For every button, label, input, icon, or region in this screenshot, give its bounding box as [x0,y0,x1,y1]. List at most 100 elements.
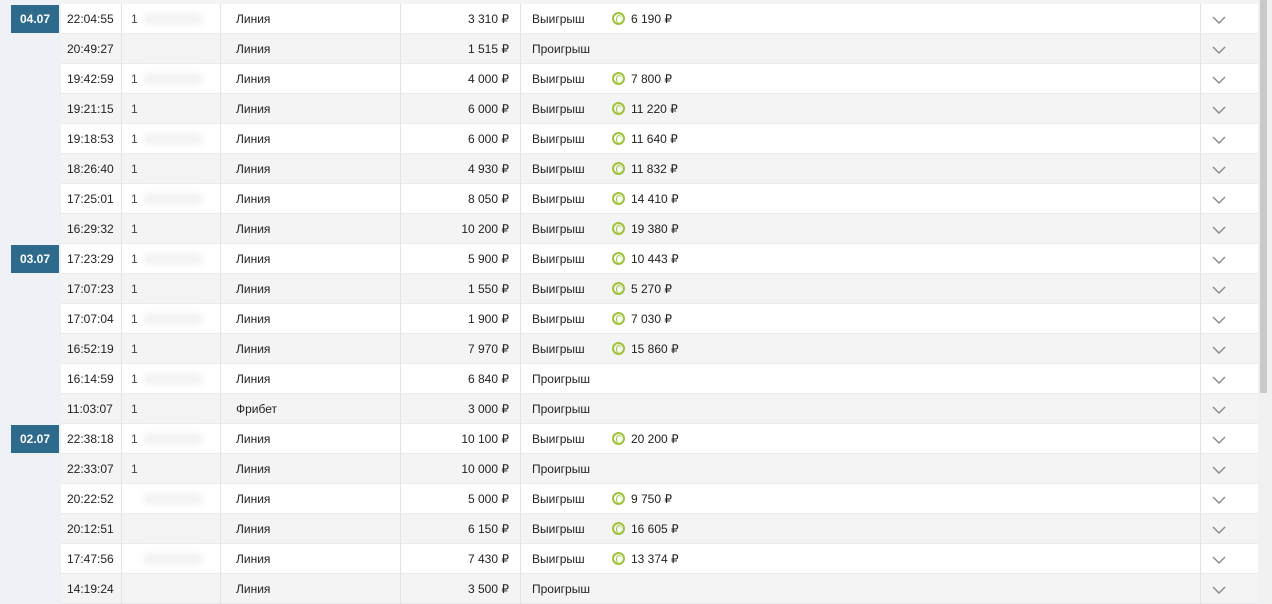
bet-payout: 5 270 ₽ [612,274,672,304]
column-divider [1200,484,1201,514]
column-divider [220,214,221,244]
bet-type: Линия [236,42,271,56]
bet-row[interactable]: 18:26:40 1 Линия 4 930 ₽ Выигрыш 11 832 … [61,154,1258,184]
column-divider [121,214,122,244]
bet-row[interactable]: 20:22:52 Линия 5 000 ₽ Выигрыш 9 750 ₽ [61,484,1258,514]
bet-type: Линия [236,132,271,146]
chevron-down-icon[interactable] [1204,64,1234,94]
chevron-down-icon[interactable] [1204,574,1234,604]
bet-payout: 9 750 ₽ [612,484,672,514]
bet-number-text: 1 [131,372,138,386]
chevron-down-icon[interactable] [1204,244,1234,274]
bet-number: 1 [131,424,211,454]
chevron-down-icon[interactable] [1204,154,1234,184]
bet-row[interactable]: 17:47:56 Линия 7 430 ₽ Выигрыш 13 374 ₽ [61,544,1258,574]
bet-payout: 10 443 ₽ [612,244,679,274]
bet-number-text: 1 [131,132,138,146]
bet-type: Линия [236,162,271,176]
chevron-down-icon[interactable] [1204,484,1234,514]
bet-result: Выигрыш [532,492,585,506]
column-divider [520,64,521,94]
bet-number-text: 1 [131,222,138,236]
column-divider [520,424,521,454]
column-divider [520,154,521,184]
bet-row[interactable]: 19:21:15 1 Линия 6 000 ₽ Выигрыш 11 220 … [61,94,1258,124]
bet-number-text: 1 [131,432,138,446]
coin-icon [612,282,625,295]
chevron-down-icon[interactable] [1204,334,1234,364]
bet-time: 19:42:59 [67,72,114,86]
chevron-down-icon[interactable] [1204,184,1234,214]
chevron-down-icon[interactable] [1204,364,1234,394]
chevron-down-icon[interactable] [1204,544,1234,574]
redaction-blur [143,583,203,595]
redaction-blur [143,43,203,55]
coin-icon [612,552,625,565]
bet-row[interactable]: 19:18:53 1 Линия 6 000 ₽ Выигрыш 11 640 … [61,124,1258,154]
bet-number-text: 1 [131,252,138,266]
bet-row[interactable]: 22:33:07 1 Линия 10 000 ₽ Проигрыш [61,454,1258,484]
column-divider [121,304,122,334]
redaction-blur [143,103,203,115]
bet-row[interactable]: 16:14:59 1 Линия 6 840 ₽ Проигрыш [61,364,1258,394]
bet-payout: 20 200 ₽ [612,424,679,454]
bet-row[interactable]: 16:52:19 1 Линия 7 970 ₽ Выигрыш 15 860 … [61,334,1258,364]
scrollbar[interactable] [1258,0,1272,604]
payout-amount: 6 190 ₽ [631,12,672,26]
column-divider [220,514,221,544]
payout-amount: 7 030 ₽ [631,312,672,326]
payout-amount: 10 443 ₽ [631,252,679,266]
chevron-down-icon[interactable] [1204,424,1234,454]
coin-icon [612,492,625,505]
bet-row[interactable]: 14:19:24 Линия 3 500 ₽ Проигрыш [61,574,1258,604]
bet-row[interactable]: 17:23:29 1 Линия 5 900 ₽ Выигрыш 10 443 … [61,244,1258,274]
bet-type: Линия [236,552,271,566]
bet-row[interactable]: 19:42:59 1 Линия 4 000 ₽ Выигрыш 7 800 ₽ [61,64,1258,94]
bet-stake: 7 430 ₽ [468,552,509,566]
scrollbar-thumb[interactable] [1260,0,1267,393]
chevron-down-icon[interactable] [1204,454,1234,484]
bet-number-text: 1 [131,342,138,356]
bet-time: 18:26:40 [67,162,114,176]
bet-number-text: 1 [131,162,138,176]
bet-stake: 5 000 ₽ [468,492,509,506]
column-divider [520,244,521,274]
bet-number: 1 [131,334,211,364]
bet-stake: 6 000 ₽ [468,132,509,146]
chevron-down-icon[interactable] [1204,394,1234,424]
bet-payout: 19 380 ₽ [612,214,679,244]
chevron-down-icon[interactable] [1204,124,1234,154]
bet-payout: 7 800 ₽ [612,64,672,94]
bet-type: Линия [236,582,271,596]
bet-row[interactable]: 22:38:18 1 Линия 10 100 ₽ Выигрыш 20 200… [61,424,1258,454]
chevron-down-icon[interactable] [1204,304,1234,334]
bet-stake: 6 150 ₽ [468,522,509,536]
bet-type: Линия [236,492,271,506]
column-divider [1200,94,1201,124]
payout-amount: 7 800 ₽ [631,72,672,86]
column-divider [121,454,122,484]
bet-row[interactable]: 17:07:23 1 Линия 1 550 ₽ Выигрыш 5 270 ₽ [61,274,1258,304]
bet-row[interactable]: 16:29:32 1 Линия 10 200 ₽ Выигрыш 19 380… [61,214,1258,244]
chevron-down-icon[interactable] [1204,214,1234,244]
bet-number: 1 [131,454,211,484]
bet-type: Линия [236,192,271,206]
coin-icon [612,252,625,265]
bet-row[interactable]: 17:25:01 1 Линия 8 050 ₽ Выигрыш 14 410 … [61,184,1258,214]
redaction-blur [143,313,203,325]
bet-row[interactable]: 11:03:07 1 Фрибет 3 000 ₽ Проигрыш [61,394,1258,424]
chevron-down-icon[interactable] [1204,34,1234,64]
bet-time: 17:07:04 [67,312,114,326]
chevron-down-icon[interactable] [1204,274,1234,304]
payout-amount: 5 270 ₽ [631,282,672,296]
column-divider [1200,64,1201,94]
bet-row[interactable]: 20:49:27 Линия 1 515 ₽ Проигрыш [61,34,1258,64]
chevron-down-icon[interactable] [1204,514,1234,544]
bet-row[interactable]: 17:07:04 1 Линия 1 900 ₽ Выигрыш 7 030 ₽ [61,304,1258,334]
bet-row[interactable]: 20:12:51 Линия 6 150 ₽ Выигрыш 16 605 ₽ [61,514,1258,544]
bet-time: 16:14:59 [67,372,114,386]
chevron-down-icon[interactable] [1204,94,1234,124]
column-divider [121,334,122,364]
bet-row[interactable]: 22:04:55 1 Линия 3 310 ₽ Выигрыш 6 190 ₽ [61,4,1258,34]
chevron-down-icon[interactable] [1204,4,1234,34]
